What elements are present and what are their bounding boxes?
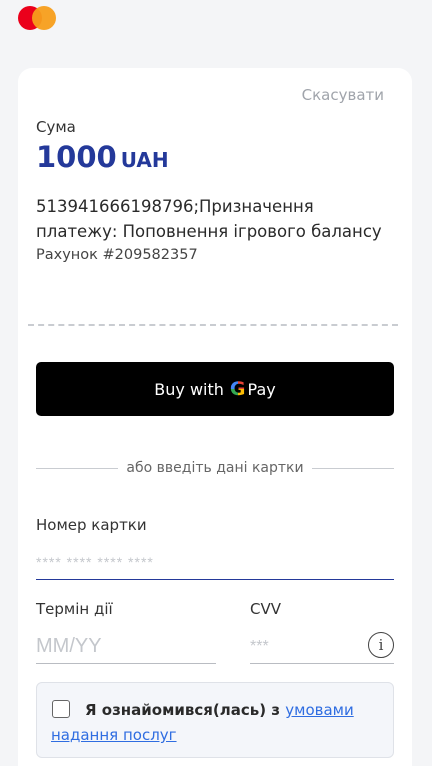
card-form: Buy with G Pay або введіть дані картки Н… bbox=[18, 332, 412, 766]
payment-summary-card: Скасувати Сума 1000 UAH 513941666198796;П… bbox=[18, 68, 412, 322]
google-g-icon: G bbox=[229, 378, 246, 400]
card-number-label: Номер картки bbox=[36, 516, 147, 534]
terms-text: Я ознайомився(лась) з умовами надання по… bbox=[51, 698, 381, 748]
payment-purpose: 513941666198796;Призначення платежу: Поп… bbox=[36, 197, 382, 241]
gpay-prefix: Buy with bbox=[154, 379, 224, 399]
terms-label: Я ознайомився(лась) з bbox=[85, 701, 286, 719]
cvv-label: CVV bbox=[250, 600, 281, 618]
dashed-divider bbox=[18, 322, 412, 332]
amount-value: 1000 bbox=[36, 140, 117, 174]
terms-consent: Я ознайомився(лась) з умовами надання по… bbox=[36, 682, 394, 758]
separator-line-right bbox=[311, 467, 394, 469]
invoice-number: Рахунок #209582357 bbox=[36, 247, 198, 263]
amount-currency: UAH bbox=[120, 148, 169, 172]
mastercard-orange-circle-icon bbox=[32, 6, 56, 30]
amount: 1000 UAH bbox=[36, 140, 169, 174]
card-number-input[interactable] bbox=[36, 544, 394, 580]
or-separator: або введіть дані картки bbox=[36, 460, 394, 476]
expiry-label: Термін дії bbox=[36, 600, 113, 618]
expiry-input[interactable] bbox=[36, 630, 216, 664]
separator-line-left bbox=[36, 467, 119, 469]
info-icon[interactable]: i bbox=[368, 632, 394, 658]
dashed-line bbox=[28, 324, 398, 326]
sum-label: Сума bbox=[36, 118, 76, 136]
or-text: або введіть дані картки bbox=[126, 460, 304, 476]
google-pay-button[interactable]: Buy with G Pay bbox=[36, 362, 394, 416]
mastercard-logo bbox=[18, 6, 62, 32]
cancel-button[interactable]: Скасувати bbox=[302, 86, 384, 104]
gpay-suffix: Pay bbox=[247, 379, 276, 399]
